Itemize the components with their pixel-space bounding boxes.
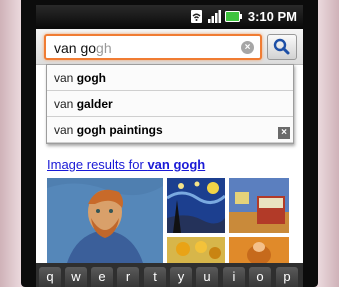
search-typed-text: van go: [54, 40, 97, 56]
key-u[interactable]: u: [196, 267, 218, 287]
image-results-link[interactable]: Image results for van gogh: [47, 157, 205, 172]
suggestion-item[interactable]: van gogh: [47, 65, 293, 91]
wifi-icon: [189, 9, 204, 24]
magnifier-icon: [273, 38, 290, 55]
suggestion-item[interactable]: van gogh paintings: [47, 117, 293, 143]
screen: 3:10 PM van gogh × van gogh van galder v…: [36, 5, 303, 287]
key-w[interactable]: w: [65, 267, 87, 287]
key-r[interactable]: r: [117, 267, 139, 287]
search-button[interactable]: [267, 34, 297, 60]
key-i[interactable]: i: [223, 267, 245, 287]
key-e[interactable]: e: [91, 267, 113, 287]
image-result-thumbnail[interactable]: [229, 178, 289, 233]
key-p[interactable]: p: [276, 267, 298, 287]
on-screen-keyboard: q w e r t y u i o p: [36, 263, 303, 287]
status-icons: 3:10 PM: [189, 9, 297, 24]
key-q[interactable]: q: [39, 267, 61, 287]
status-bar: 3:10 PM: [36, 5, 303, 29]
search-input[interactable]: van gogh ×: [44, 34, 262, 60]
close-suggestions-icon[interactable]: ×: [278, 127, 290, 139]
phone-device: 3:10 PM van gogh × van gogh van galder v…: [0, 0, 339, 287]
search-predicted-text: gh: [96, 40, 112, 56]
image-result-thumbnail[interactable]: [167, 178, 225, 233]
key-o[interactable]: o: [249, 267, 271, 287]
suggestion-list: van gogh van galder van gogh paintings ×: [46, 64, 294, 144]
signal-icon: [207, 9, 222, 24]
search-query-text: van gogh: [54, 40, 112, 56]
clear-icon[interactable]: ×: [241, 41, 254, 54]
image-result-thumbnail[interactable]: [167, 237, 225, 263]
key-y[interactable]: y: [170, 267, 192, 287]
battery-icon: [224, 9, 243, 24]
image-result-thumbnail[interactable]: [47, 178, 163, 263]
search-bar: van gogh ×: [36, 29, 303, 65]
suggestion-item[interactable]: van galder: [47, 91, 293, 117]
image-result-thumbnail[interactable]: [229, 237, 289, 263]
key-t[interactable]: t: [144, 267, 166, 287]
status-time: 3:10 PM: [247, 9, 297, 24]
